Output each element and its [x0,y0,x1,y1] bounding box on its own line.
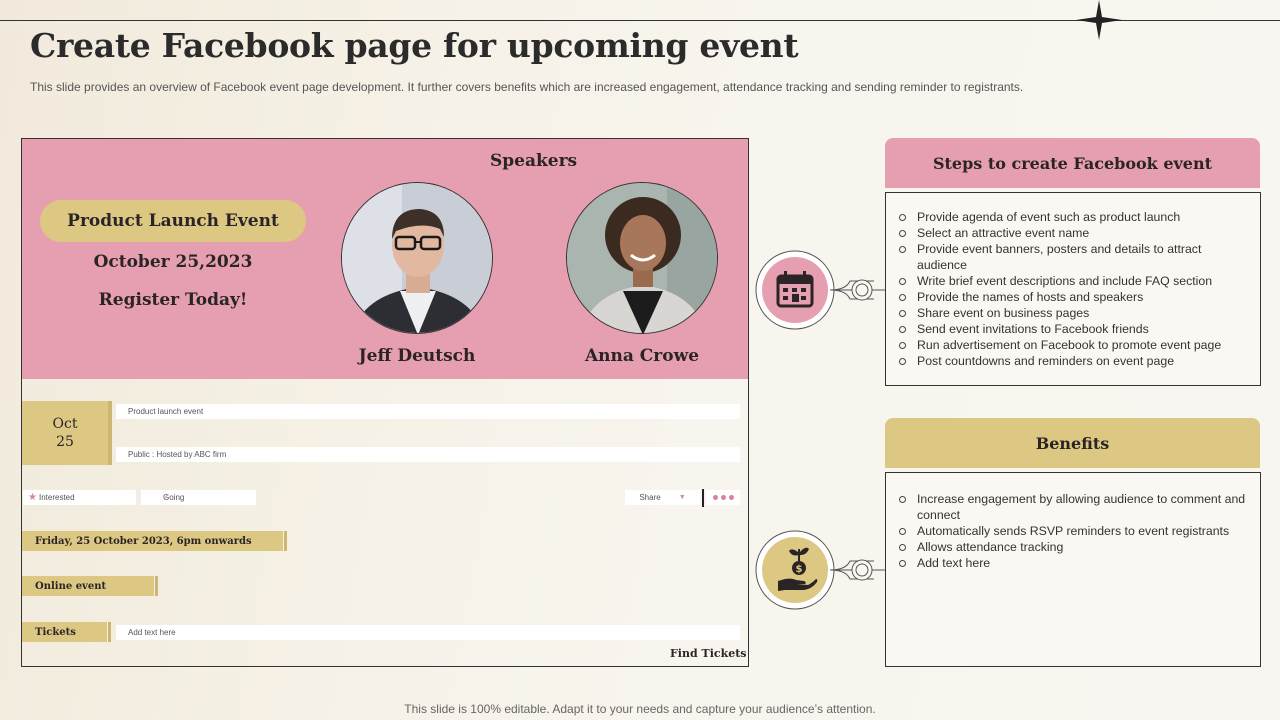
svg-text:$: $ [796,564,803,575]
interested-button[interactable]: ★ Interested [23,490,136,505]
event-name-pill: Product Launch Event [40,200,306,242]
event-host-field: Public : Hosted by ABC firm [116,447,740,462]
benefits-heading: Benefits [885,418,1260,468]
speaker-name-anna: Anna Crowe [584,346,700,366]
step-item: Post countdowns and reminders on event p… [898,353,1246,369]
toolbar-separator [702,489,704,507]
event-date: October 25,2023 [93,252,253,272]
find-tickets-link[interactable]: Find Tickets [670,647,746,660]
tickets-label-bar: Tickets [22,622,107,642]
tickets-field: Add text here [116,625,740,640]
steps-list: Provide agenda of event such as product … [898,209,1246,369]
speakers-heading: Speakers [490,151,578,171]
step-item: Provide agenda of event such as product … [898,209,1246,225]
step-item: Run advertisement on Facebook to promote… [898,337,1246,353]
footer-note: This slide is 100% editable. Adapt it to… [404,702,876,716]
checkmark-icon: ✓ [162,492,171,503]
benefit-item: Increase engagement by allowing audience… [898,491,1246,523]
going-button[interactable]: ✓ Going [141,490,256,505]
step-item: Provide the names of hosts and speakers [898,289,1246,305]
benefits-connector: $ [755,530,886,610]
event-datetime-bar: Friday, 25 October 2023, 6pm onwards [22,531,283,551]
event-location-bar: Online event [22,576,154,596]
tickets-bar-edge [108,622,111,642]
interested-label: Interested [39,493,75,502]
event-date-box: Oct 25 [22,401,108,465]
step-item: Write brief event descriptions and inclu… [898,273,1246,289]
speaker-name-jeff: Jeff Deutsch [358,346,476,366]
page-title: Create Facebook page for upcoming event [30,26,799,65]
register-today-text: Register Today! [98,290,248,310]
speaker-photo-jeff [341,182,493,334]
date-box-edge [108,401,112,465]
benefits-list: Increase engagement by allowing audience… [898,491,1246,571]
benefit-item: Allows attendance tracking [898,539,1246,555]
date-day: 25 [56,434,74,450]
share-label: Share [639,493,661,502]
event-name-field: Product launch event [116,404,740,419]
caret-down-icon: ▼ [678,494,686,501]
step-item: Send event invitations to Facebook frien… [898,321,1246,337]
four-point-star-icon [1076,0,1122,40]
location-bar-edge [155,576,158,596]
steps-connector [755,250,886,330]
more-dots-icon[interactable] [706,490,740,505]
steps-list-box: Provide agenda of event such as product … [885,192,1261,386]
datetime-bar-edge [284,531,287,551]
step-item: Provide event banners, posters and detai… [898,241,1246,273]
step-item: Share event on business pages [898,305,1246,321]
benefits-list-box: Increase engagement by allowing audience… [885,472,1261,667]
steps-heading: Steps to create Facebook event [885,138,1260,188]
page-subtitle: This slide provides an overview of Faceb… [30,80,1024,94]
date-month: Oct [52,416,78,432]
share-button[interactable]: Share ▼ [625,490,700,505]
star-icon: ★ [28,492,37,503]
step-item: Select an attractive event name [898,225,1246,241]
benefit-item: Add text here [898,555,1246,571]
benefit-item: Automatically sends RSVP reminders to ev… [898,523,1246,539]
speaker-photo-anna [566,182,718,334]
